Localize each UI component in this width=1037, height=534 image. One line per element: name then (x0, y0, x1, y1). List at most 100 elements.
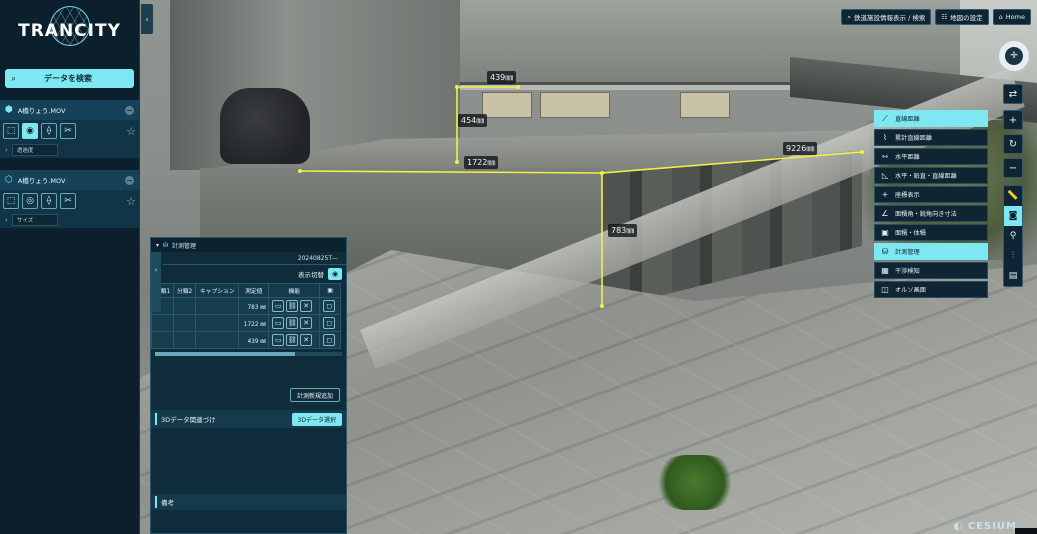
map-settings-button[interactable]: ☷ 地図の設定 (935, 9, 989, 25)
triangle-icon: ◺ (881, 171, 889, 180)
select-icon[interactable]: ⬚ (3, 123, 19, 139)
edit-icon[interactable]: ▭ (272, 334, 285, 346)
sidebar-collapse-button[interactable]: ‹ (141, 4, 153, 34)
delete-icon[interactable]: ✕ (300, 317, 313, 329)
row-checkbox[interactable]: ◻ (319, 297, 341, 315)
sliders-icon[interactable]: ⫶ (1004, 246, 1022, 266)
zoom-in-button[interactable]: + (1003, 110, 1023, 130)
home-button[interactable]: ⌂ Home (992, 9, 1031, 25)
edit-icon[interactable]: ▭ (272, 317, 285, 329)
column-header: 分類2 (173, 283, 197, 298)
cesium-logo: ◐ CESIUM (953, 521, 1017, 532)
chevron-right-icon[interactable]: › (5, 146, 8, 154)
right-tool-column: 📏 ◙ ⚲ ⫶ ▤ (1003, 185, 1023, 287)
file-sub-label[interactable]: サイズ (11, 214, 58, 226)
delete-icon[interactable]: ✕ (300, 300, 313, 312)
menu-item-angle[interactable]: ∠ 面積角・鋭角向き寸法 (874, 205, 988, 222)
table-row[interactable]: 783 ㎜ ▭ ⛓ ✕ ◻ (150, 297, 341, 315)
data-search-button[interactable]: ⌕ データを検索 (5, 69, 134, 88)
collapse-icon[interactable]: − (125, 175, 134, 185)
layers-stack-icon[interactable]: ▤ (1004, 266, 1022, 286)
scissors-icon[interactable]: ✂ (60, 193, 76, 209)
scissors-icon[interactable]: ✂ (60, 123, 76, 139)
cell-actions: ▭ ⛓ ✕ (268, 314, 321, 332)
link-icon[interactable]: ⛓ (286, 300, 299, 312)
menu-item-area[interactable]: ▣ 面積・体積 (874, 224, 988, 241)
cell-caption (195, 314, 240, 332)
eye-icon[interactable]: ◉ (328, 268, 342, 280)
checkbox-icon: ◻ (323, 317, 336, 329)
compass-widget[interactable]: ✛ (996, 38, 1032, 74)
facility-search-button[interactable]: ⌕ 鉄道施設情報表示 / 検索 (841, 9, 932, 25)
eye-off-icon[interactable]: ◎ (22, 193, 38, 209)
menu-item-interference[interactable]: ▦ 干渉検知 (874, 262, 988, 279)
select-all-checkbox[interactable]: ▣ (319, 283, 341, 298)
table-row[interactable]: 1722 ㎜ ▭ ⛓ ✕ ◻ (150, 314, 341, 332)
cell-value: 1722 ㎜ (238, 314, 270, 332)
file-header[interactable]: ⬡ A橋りょう.MOV − (0, 170, 139, 190)
logo-text: TRANCITY (18, 21, 121, 41)
ruler-tool-icon[interactable]: 📏 (1004, 186, 1022, 206)
collapse-icon[interactable]: − (125, 105, 134, 115)
3d-association-row: 3Dデータ関連づけ 3Dデータ選択 (151, 410, 346, 428)
menu-item-coordinate[interactable]: + 座標表示 (874, 186, 988, 203)
display-toggle-label: 表示切替 (298, 271, 324, 279)
eye-icon[interactable]: ◉ (22, 123, 38, 139)
ortho-icon: ◫ (881, 285, 889, 294)
edit-icon[interactable]: ▭ (272, 300, 285, 312)
reset-view-button[interactable]: ↻ (1003, 134, 1023, 154)
file-header[interactable]: ⬢ A橋りょう.MOV − (0, 100, 139, 120)
backpack-object (220, 88, 310, 164)
bearing-pad (482, 92, 532, 118)
table-scrollbar[interactable] (155, 352, 342, 356)
menu-item-ortho[interactable]: ◫ オルソ画面 (874, 281, 988, 298)
checkbox-icon: ◻ (323, 300, 336, 312)
facility-search-label: 鉄道施設情報表示 / 検索 (854, 14, 926, 22)
zoom-out-button[interactable]: − (1003, 158, 1023, 178)
link-icon[interactable]: ⛓ (286, 334, 299, 346)
cell-actions: ▭ ⛓ ✕ (268, 331, 321, 349)
star-icon[interactable]: ☆ (126, 125, 136, 138)
file-name: A橋りょう.MOV (17, 177, 66, 185)
menu-item-cumulative[interactable]: ⌇ 累計直線距離 (874, 129, 988, 146)
delete-icon[interactable]: ✕ (300, 334, 313, 346)
scrollbar-thumb[interactable] (155, 352, 295, 356)
chevron-right-icon[interactable]: › (5, 216, 8, 224)
minus-icon: − (1008, 162, 1018, 174)
pin-icon[interactable]: ⚲ (1004, 226, 1022, 246)
chevron-down-icon[interactable]: ▾ (156, 242, 159, 249)
row-checkbox[interactable]: ◻ (319, 331, 341, 349)
notes-row: 備考 (151, 494, 346, 510)
select-3d-data-button[interactable]: 3Dデータ選択 (291, 412, 342, 426)
top-toolbar: ⌕ 鉄道施設情報表示 / 検索 ☷ 地図の設定 ⌂ Home (841, 9, 1031, 25)
ruler-icon: ⟋ (882, 113, 888, 123)
measure-label: 9226㎜ (783, 142, 818, 155)
file-sub-label[interactable]: 透過度 (11, 144, 58, 156)
notes-label: 備考 (161, 499, 174, 507)
search-button-label: データを検索 (44, 74, 93, 83)
home-icon: ⌂ (998, 13, 1003, 21)
layers-icon[interactable]: ⟠ (41, 193, 57, 209)
layers-icon[interactable]: ⟠ (41, 123, 57, 139)
panel-header[interactable]: ▾ ⛁ 計測管理 (151, 238, 346, 252)
menu-item-hvd[interactable]: ◺ 水平・鉛直・直線距離 (874, 167, 988, 184)
map-icon: ☷ (941, 13, 948, 21)
link-icon[interactable]: ⛓ (286, 317, 299, 329)
rotate-button[interactable]: ⇄ (1003, 84, 1023, 104)
row-checkbox[interactable]: ◻ (319, 314, 341, 332)
polyline-icon: ⌇ (883, 133, 887, 142)
menu-item-management[interactable]: ⛁ 計測管理 (874, 243, 988, 260)
add-measurement-button[interactable]: 計測新規追加 (289, 388, 340, 402)
menu-label: 水平・鉛直・直線距離 (895, 173, 957, 180)
menu-item-horizontal[interactable]: ⇿ 水平距離 (874, 148, 988, 165)
cell-value: 439 ㎜ (238, 331, 270, 349)
cell-category1 (150, 331, 175, 349)
weed-plant (655, 455, 735, 510)
menu-label: 直線距離 (895, 116, 920, 123)
star-icon[interactable]: ☆ (126, 195, 136, 208)
table-row[interactable]: 439 ㎜ ▭ ⛓ ✕ ◻ (150, 331, 341, 349)
menu-item-distance[interactable]: ⟋ 直線距離 (874, 110, 988, 127)
camera-icon[interactable]: ◙ (1004, 206, 1022, 226)
select-icon[interactable]: ⬚ (3, 193, 19, 209)
panel-expand-button[interactable]: › (151, 252, 161, 312)
